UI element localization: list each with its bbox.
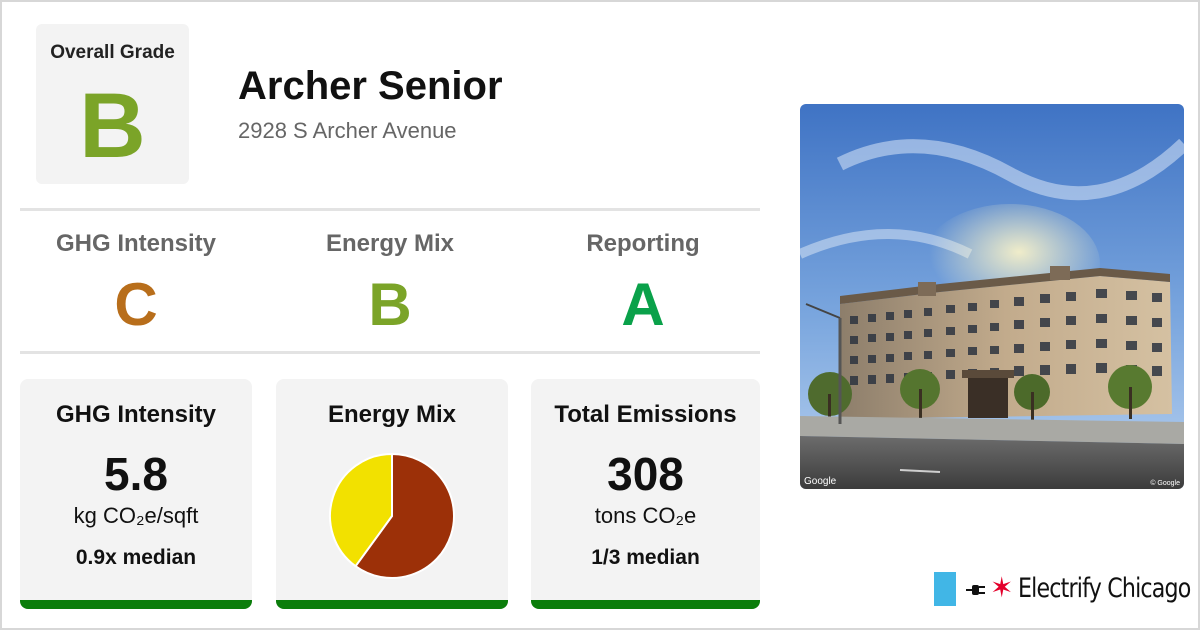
card-title: GHG Intensity: [55, 401, 217, 428]
card-title: Energy Mix: [327, 401, 457, 428]
pie-chart-svg: [329, 452, 455, 579]
logo-text: Electrify Chicago: [1018, 573, 1191, 604]
grade-ghg-intensity: GHG Intensity C: [16, 228, 256, 344]
card-title: Total Emissions: [554, 401, 737, 428]
grade-letter: C: [114, 271, 158, 338]
photo-credit-google: Google: [804, 476, 837, 487]
card-ghg-intensity: GHG Intensity 5.8 kg CO₂e/sqft 0.9x medi…: [20, 379, 252, 609]
building-photo: Google © Google: [800, 104, 1184, 489]
chicago-star-icon: ✶: [990, 572, 1014, 603]
grade-label: Reporting: [586, 230, 700, 257]
overall-grade-tile: Overall Grade B: [36, 24, 189, 184]
divider-top: [20, 208, 760, 211]
card-energy-mix: Energy Mix: [276, 379, 508, 609]
share-card: Overall Grade B Archer Senior 2928 S Arc…: [0, 0, 1200, 630]
card-value: 5.8: [104, 448, 168, 500]
energy-mix-pie-chart: [327, 451, 457, 581]
grade-reporting: Reporting A: [523, 228, 763, 344]
card-accent-bar: [276, 600, 508, 609]
grade-label: Energy Mix: [325, 230, 455, 257]
flag-stripe-icon: [934, 572, 956, 606]
building-name: Archer Senior: [238, 64, 503, 108]
divider-bottom: [20, 351, 760, 354]
grade-label: GHG Intensity: [55, 230, 217, 257]
card-total-emissions: Total Emissions 308 tons CO₂e 1/3 median: [531, 379, 760, 609]
card-median-comparison: 1/3 median: [591, 546, 700, 569]
card-median-comparison: 0.9x median: [75, 546, 197, 569]
building-address: 2928 S Archer Avenue: [238, 118, 457, 143]
grade-energy-mix: Energy Mix B: [270, 228, 510, 344]
card-accent-bar: [20, 600, 252, 609]
card-unit: tons CO₂e: [594, 503, 697, 528]
street-view-image: [800, 104, 1184, 489]
grade-letter: A: [621, 271, 665, 338]
plug-icon: [966, 585, 985, 595]
card-value: 308: [607, 448, 684, 500]
overall-grade-letter: B: [79, 75, 146, 177]
electrify-chicago-logo: ✶ Electrify Chicago: [932, 570, 1191, 608]
card-accent-bar: [531, 600, 760, 609]
grade-letter: B: [368, 271, 412, 338]
card-unit: kg CO₂e/sqft: [73, 503, 199, 528]
photo-credit-copyright: © Google: [1150, 480, 1180, 487]
overall-grade-label: Overall Grade: [50, 42, 175, 63]
